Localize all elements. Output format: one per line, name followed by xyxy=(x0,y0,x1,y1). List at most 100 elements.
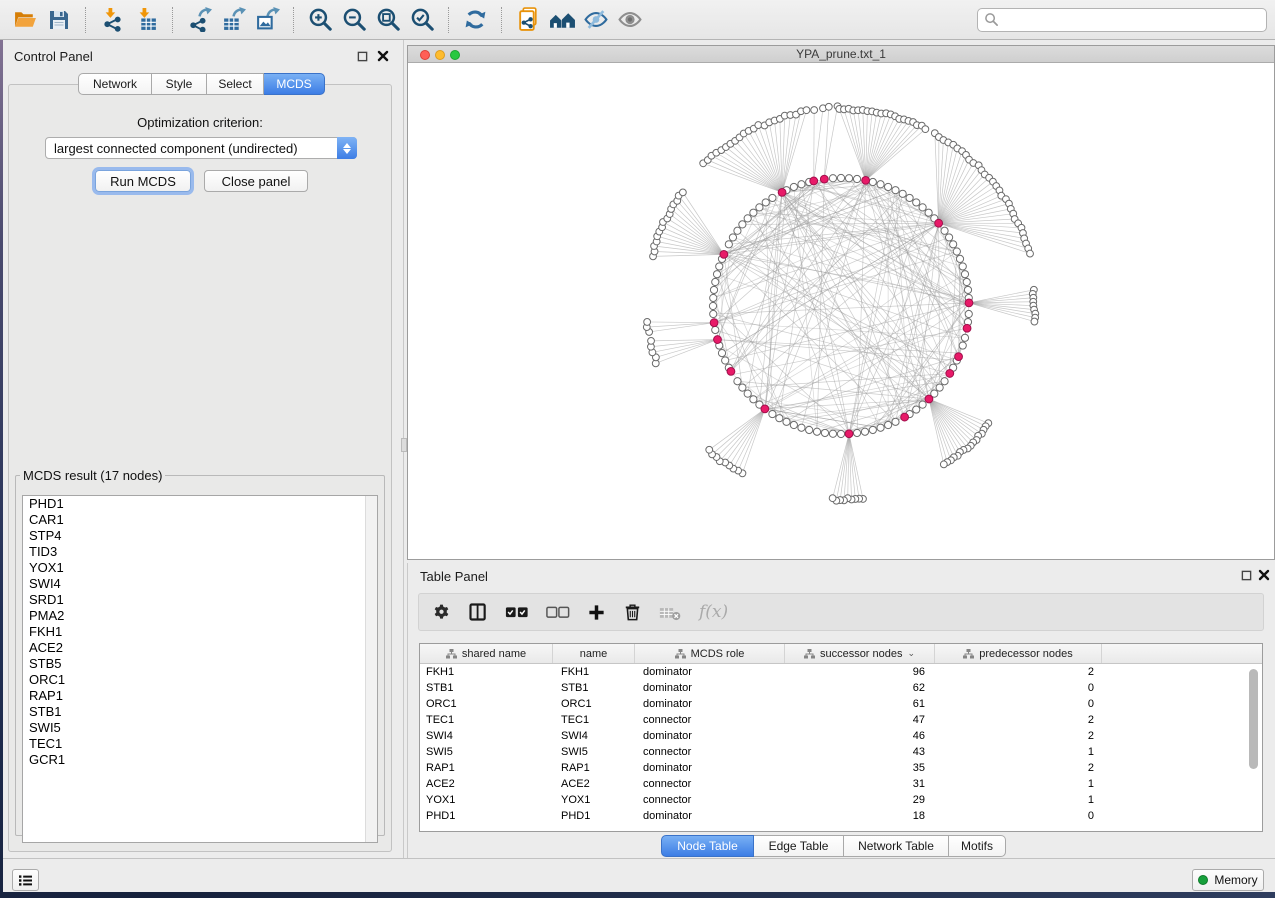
mcds-result-item[interactable]: GCR1 xyxy=(23,752,377,768)
table-row[interactable]: STB1STB1dominator620 xyxy=(420,680,1262,696)
mcds-result-item[interactable]: YOX1 xyxy=(23,560,377,576)
search-field[interactable] xyxy=(977,8,1267,32)
export-network-button[interactable] xyxy=(182,4,216,36)
table-row[interactable]: ORC1ORC1dominator610 xyxy=(420,696,1262,712)
mcds-node[interactable] xyxy=(862,176,870,184)
delete-table-button[interactable] xyxy=(659,604,682,621)
network-canvas[interactable] xyxy=(408,63,1274,559)
export-image-button[interactable] xyxy=(250,4,284,36)
zoom-out-button[interactable] xyxy=(337,4,371,36)
import-table-button[interactable] xyxy=(129,4,163,36)
mcds-node[interactable] xyxy=(761,405,769,413)
mcds-node[interactable] xyxy=(820,175,828,183)
mcds-result-item[interactable]: TEC1 xyxy=(23,736,377,752)
mcds-result-item[interactable]: CAR1 xyxy=(23,512,377,528)
tab-edge-table[interactable]: Edge Table xyxy=(754,835,844,857)
export-table-button[interactable] xyxy=(216,4,250,36)
tab-node-table[interactable]: Node Table xyxy=(661,835,754,857)
tab-network[interactable]: Network xyxy=(78,73,152,95)
save-session-button[interactable] xyxy=(42,4,76,36)
mcds-result-item[interactable]: STB5 xyxy=(23,656,377,672)
table-row[interactable]: PHD1PHD1dominator180 xyxy=(420,808,1262,824)
table-row[interactable]: FKH1FKH1dominator962 xyxy=(420,664,1262,680)
column-header-name[interactable]: name xyxy=(553,644,635,663)
zoom-in-button[interactable] xyxy=(303,4,337,36)
function-builder-button[interactable]: f(x) xyxy=(699,602,728,622)
mcds-node[interactable] xyxy=(955,353,963,361)
open-session-button[interactable] xyxy=(511,4,545,36)
hide-graphics-details-button[interactable] xyxy=(579,4,613,36)
float-panel-icon[interactable] xyxy=(1241,570,1252,581)
float-panel-icon[interactable] xyxy=(357,51,368,62)
list-menu-icon xyxy=(18,874,33,887)
mcds-node[interactable] xyxy=(925,395,933,403)
mcds-node[interactable] xyxy=(727,367,735,375)
table-scrollbar-thumb[interactable] xyxy=(1249,669,1258,769)
run-mcds-button[interactable]: Run MCDS xyxy=(95,170,191,192)
delete-column-button[interactable] xyxy=(623,603,642,622)
mcds-node[interactable] xyxy=(901,413,909,421)
mcds-result-item[interactable]: RAP1 xyxy=(23,688,377,704)
mcds-node[interactable] xyxy=(935,219,943,227)
table-row[interactable]: TEC1TEC1connector472 xyxy=(420,712,1262,728)
table-row[interactable]: ACE2ACE2connector311 xyxy=(420,776,1262,792)
table-row[interactable]: RAP1RAP1dominator352 xyxy=(420,760,1262,776)
close-panel-icon[interactable] xyxy=(1258,569,1270,581)
mcds-result-item[interactable]: ORC1 xyxy=(23,672,377,688)
zoom-in-icon xyxy=(308,7,333,32)
mcds-result-item[interactable]: SWI4 xyxy=(23,576,377,592)
refresh-view-button[interactable] xyxy=(458,4,492,36)
tab-motifs[interactable]: Motifs xyxy=(949,835,1006,857)
tab-style[interactable]: Style xyxy=(152,73,207,95)
mcds-result-item[interactable]: FKH1 xyxy=(23,624,377,640)
search-input[interactable] xyxy=(999,12,1260,28)
mcds-node[interactable] xyxy=(965,299,973,307)
mcds-node[interactable] xyxy=(778,188,786,196)
table-row[interactable]: YOX1YOX1connector291 xyxy=(420,792,1262,808)
tab-select[interactable]: Select xyxy=(207,73,264,95)
memory-button[interactable]: Memory xyxy=(1192,869,1264,891)
tab-network-table[interactable]: Network Table xyxy=(844,835,949,857)
tab-mcds[interactable]: MCDS xyxy=(264,73,325,95)
mcds-node[interactable] xyxy=(714,336,722,344)
mcds-node[interactable] xyxy=(710,319,718,327)
network-window-titlebar[interactable]: YPA_prune.txt_1 xyxy=(408,46,1274,63)
list-scrollbar-track[interactable] xyxy=(365,496,377,842)
mcds-node[interactable] xyxy=(845,430,853,438)
add-column-button[interactable] xyxy=(587,603,606,622)
close-panel-icon[interactable] xyxy=(377,50,389,62)
show-panels-menu-button[interactable] xyxy=(12,869,39,891)
mcds-node[interactable] xyxy=(810,177,818,185)
column-header-predecessor-nodes[interactable]: predecessor nodes xyxy=(935,644,1102,663)
criterion-dropdown[interactable]: largest connected component (undirected) xyxy=(45,137,357,159)
deselect-all-button[interactable] xyxy=(546,604,570,620)
mcds-node[interactable] xyxy=(963,324,971,332)
mcds-result-item[interactable]: SRD1 xyxy=(23,592,377,608)
mcds-result-item[interactable]: ACE2 xyxy=(23,640,377,656)
zoom-selected-button[interactable] xyxy=(405,4,439,36)
show-all-networks-button[interactable] xyxy=(545,4,579,36)
column-header-successor-nodes[interactable]: successor nodes⌄ xyxy=(785,644,935,663)
select-all-button[interactable] xyxy=(505,604,529,620)
import-network-button[interactable] xyxy=(95,4,129,36)
column-header-label: shared name xyxy=(462,648,526,660)
mcds-node[interactable] xyxy=(720,250,728,258)
column-header-shared-name[interactable]: shared name xyxy=(420,644,553,663)
mcds-result-list[interactable]: PHD1CAR1STP4TID3YOX1SWI4SRD1PMA2FKH1ACE2… xyxy=(22,495,378,843)
mcds-node[interactable] xyxy=(946,370,954,378)
mcds-result-item[interactable]: PMA2 xyxy=(23,608,377,624)
open-file-button[interactable] xyxy=(8,4,42,36)
close-panel-button[interactable]: Close panel xyxy=(204,170,308,192)
mcds-result-item[interactable]: STB1 xyxy=(23,704,377,720)
column-header-MCDS-role[interactable]: MCDS role xyxy=(635,644,785,663)
table-row[interactable]: SWI5SWI5connector431 xyxy=(420,744,1262,760)
mcds-result-item[interactable]: PHD1 xyxy=(23,496,377,512)
settings-gear-button[interactable] xyxy=(432,603,451,622)
zoom-fit-button[interactable] xyxy=(371,4,405,36)
mcds-result-item[interactable]: SWI5 xyxy=(23,720,377,736)
table-row[interactable]: SWI4SWI4dominator462 xyxy=(420,728,1262,744)
show-columns-button[interactable] xyxy=(468,602,488,622)
show-graphics-details-button[interactable] xyxy=(613,4,647,36)
mcds-result-item[interactable]: STP4 xyxy=(23,528,377,544)
mcds-result-item[interactable]: TID3 xyxy=(23,544,377,560)
